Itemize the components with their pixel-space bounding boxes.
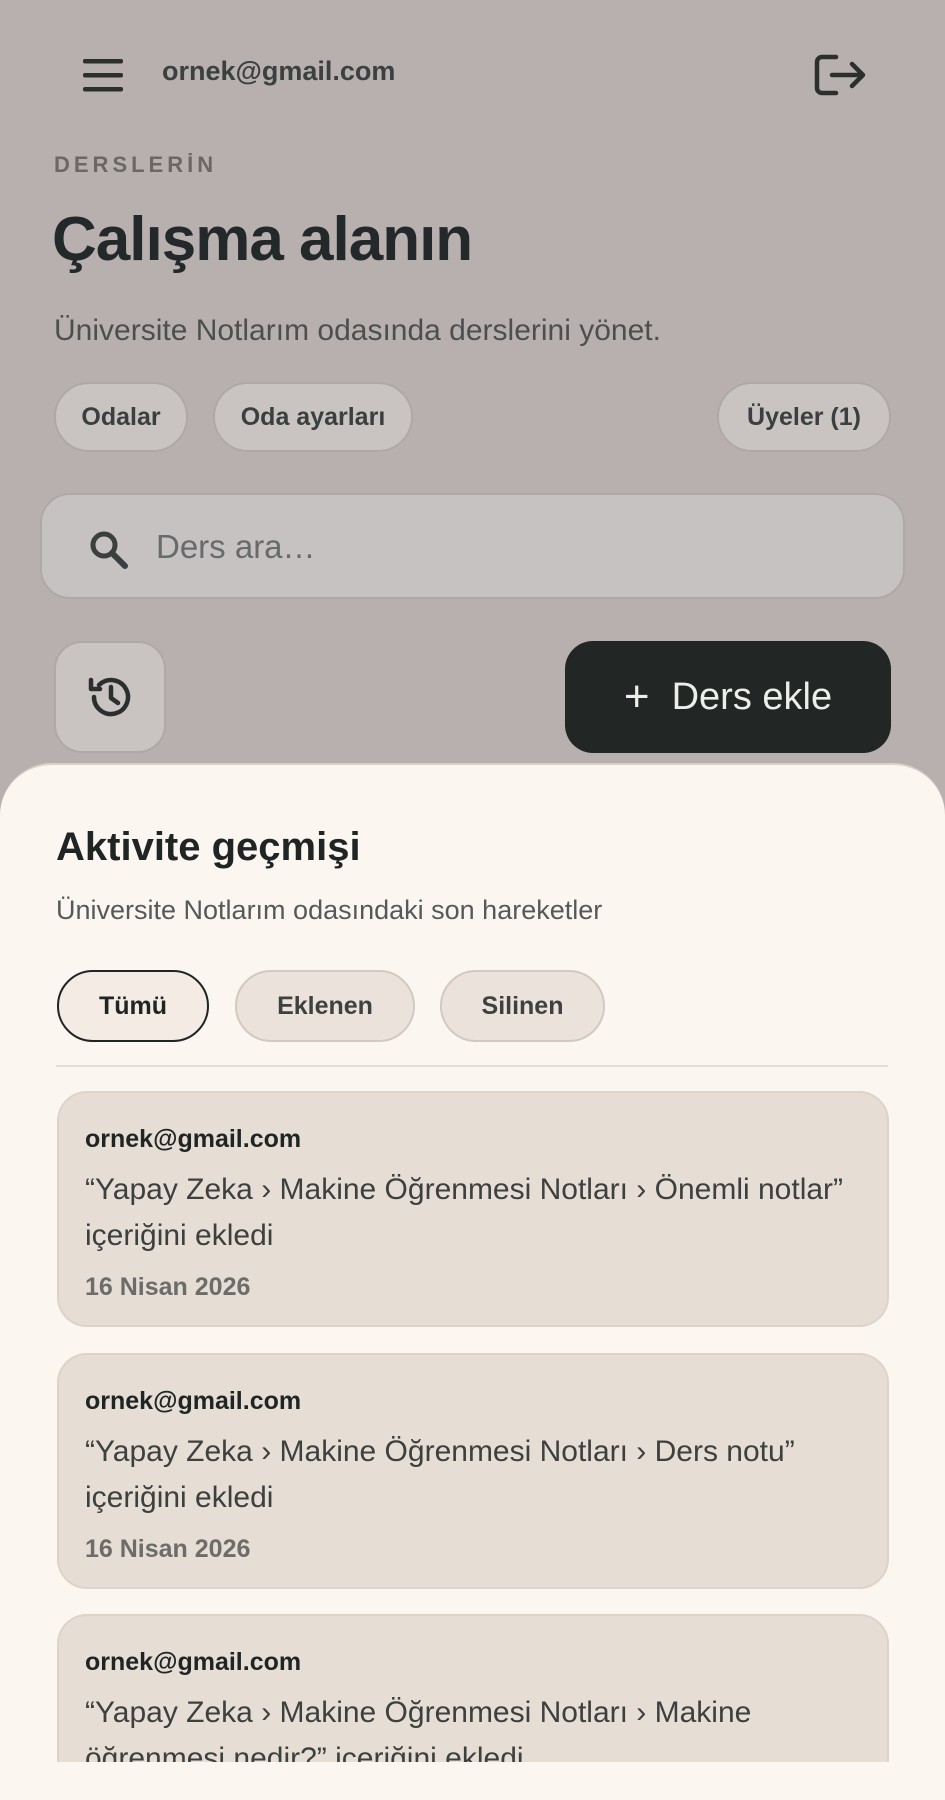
plus-icon: + [623,672,650,721]
activity-date: 16 Nisan 2026 [85,1535,251,1563]
search-icon [90,531,128,569]
activity-description: “Yapay Zeka › Makine Öğrenmesi Notları ›… [85,1173,844,1252]
search-input[interactable] [156,517,856,577]
hamburger-menu-icon [83,59,123,92]
room-settings-button[interactable]: Oda ayarları [213,382,413,452]
activity-item: ornek@gmail.com “Yapay Zeka › Makine Öğr… [57,1091,889,1327]
activity-description: “Yapay Zeka › Makine Öğrenmesi Notları ›… [85,1696,752,1762]
user-email: ornek@gmail.com [162,56,396,86]
sheet-title: Aktivite geçmişi [56,825,361,869]
activity-actor: ornek@gmail.com [85,1387,302,1415]
menu-button[interactable] [78,50,128,100]
history-icon [88,677,131,717]
filter-all[interactable]: Tümü [57,970,209,1042]
sheet-subtitle: Üniversite Notlarım odasındaki son harek… [56,895,603,925]
add-course-button[interactable]: + Ders ekle [565,641,891,753]
activity-actor: ornek@gmail.com [85,1125,302,1153]
section-eyebrow: DERSLERİN [54,152,218,177]
logout-icon [814,54,866,96]
divider [56,1065,888,1067]
search-bar [40,493,905,599]
activity-history-sheet: Aktivite geçmişi Üniversite Notlarım oda… [0,763,945,1800]
activity-description: “Yapay Zeka › Makine Öğrenmesi Notları ›… [85,1435,795,1514]
add-course-label: Ders ekle [671,675,833,718]
logout-button[interactable] [812,46,870,104]
members-button[interactable]: Üyeler (1) [717,382,891,452]
rooms-button[interactable]: Odalar [54,382,188,452]
history-button[interactable] [54,641,166,753]
activity-item: ornek@gmail.com “Yapay Zeka › Makine Öğr… [57,1353,889,1589]
page-subtitle: Üniversite Notlarım odasında derslerini … [54,314,661,347]
filter-added[interactable]: Eklenen [235,970,415,1042]
activity-date: 16 Nisan 2026 [85,1273,251,1301]
activity-actor: ornek@gmail.com [85,1648,302,1676]
top-bar: ornek@gmail.com [0,0,945,150]
activity-item: ornek@gmail.com “Yapay Zeka › Makine Öğr… [57,1614,889,1762]
page-title: Çalışma alanın [52,205,473,274]
activity-feed[interactable]: ornek@gmail.com “Yapay Zeka › Makine Öğr… [57,1091,889,1762]
filter-deleted[interactable]: Silinen [440,970,605,1042]
